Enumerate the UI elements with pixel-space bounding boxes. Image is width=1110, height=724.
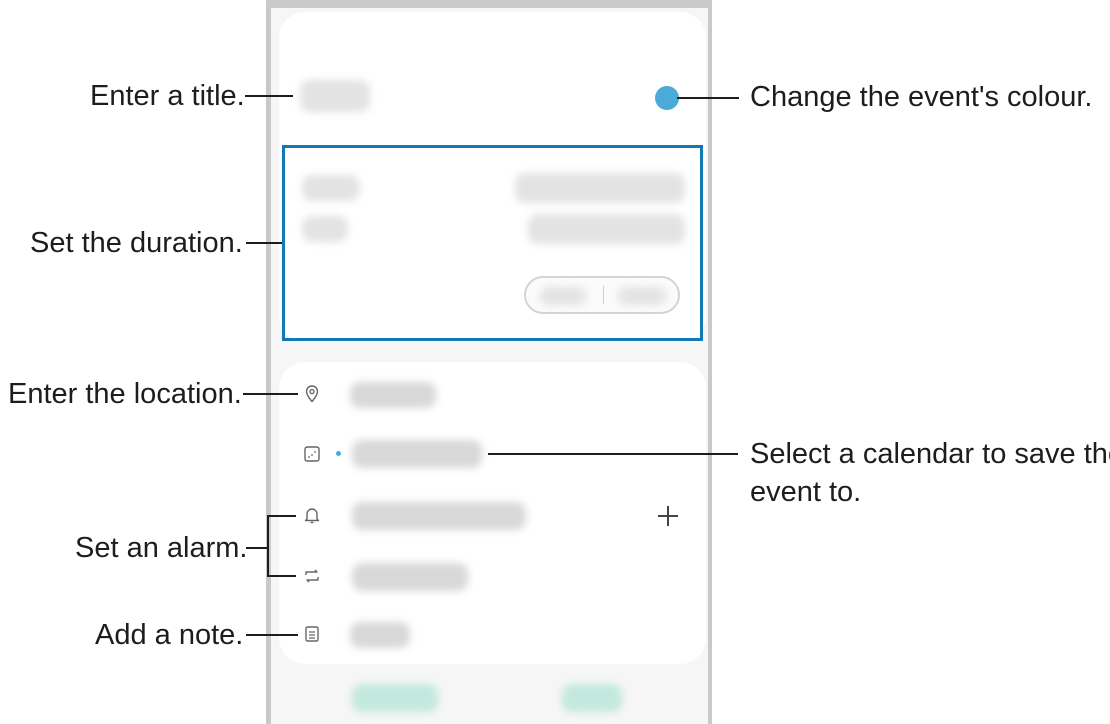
save-button[interactable]: [562, 684, 622, 712]
location-pin-icon: [302, 384, 322, 404]
cancel-button[interactable]: [352, 684, 438, 712]
alarm-selector[interactable]: [352, 502, 526, 530]
leader-line-alarm: [246, 547, 268, 549]
note-icon: [302, 624, 322, 644]
callout-select-calendar-line1: Select a calendar to save the: [750, 438, 1110, 470]
duration-highlight: [282, 145, 703, 341]
calendar-icon: [302, 444, 322, 464]
callout-select-calendar-line2: event to.: [750, 476, 862, 508]
leader-line-title: [245, 95, 293, 97]
note-input[interactable]: [350, 622, 410, 648]
callout-enter-title: Enter a title.: [90, 80, 245, 112]
repeat-icon: [302, 566, 322, 586]
title-input[interactable]: [300, 80, 370, 112]
alarm-bracket-bottom: [267, 575, 296, 577]
bell-icon: [302, 505, 322, 525]
callout-set-alarm: Set an alarm.: [75, 532, 248, 564]
plus-icon[interactable]: [655, 503, 681, 529]
leader-line-colour: [677, 97, 739, 99]
leader-line-duration: [246, 242, 282, 244]
leader-line-calendar: [488, 453, 738, 455]
callout-set-duration: Set the duration.: [30, 227, 243, 259]
event-colour-button[interactable]: [655, 86, 679, 110]
repeat-selector[interactable]: [352, 563, 468, 591]
alarm-bracket-top: [267, 515, 296, 517]
leader-line-note: [246, 634, 298, 636]
alarm-bracket-vertical: [267, 515, 269, 577]
leader-line-location: [243, 393, 298, 395]
location-input[interactable]: [350, 382, 436, 408]
calendar-colour-dot: [336, 451, 341, 456]
calendar-selector[interactable]: [352, 440, 482, 468]
callout-enter-location: Enter the location.: [8, 378, 242, 410]
callout-add-note: Add a note.: [95, 619, 244, 651]
callout-change-colour: Change the event's colour.: [750, 81, 1093, 113]
